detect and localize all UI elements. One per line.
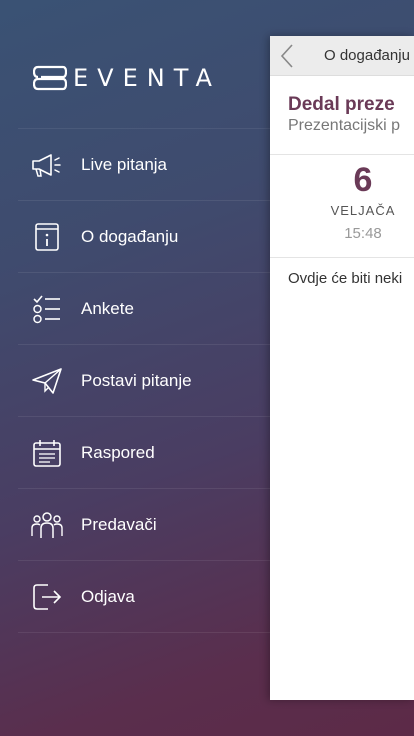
event-heading: Dedal preze Prezentacijski p	[270, 76, 414, 155]
menu-item-label: Raspored	[81, 442, 155, 462]
menu-item-label: Predavači	[81, 514, 157, 534]
side-menu: Live pitanja O događanju Ankete Postavi …	[18, 128, 270, 633]
date-day: 6	[353, 161, 373, 199]
people-icon	[31, 509, 63, 541]
date-month: VELJAČA	[330, 203, 396, 218]
menu-item-o-dogadanju[interactable]: O događanju	[18, 201, 270, 273]
menu-item-odjava[interactable]: Odjava	[18, 561, 270, 633]
logout-icon	[31, 581, 63, 613]
eventa-logo-mark-icon	[33, 65, 67, 91]
event-subtitle: Prezentacijski p	[288, 117, 401, 134]
menu-item-raspored[interactable]: Raspored	[18, 417, 270, 489]
panel-title: O događanju	[324, 47, 410, 64]
event-description: Ovdje će biti neki	[288, 270, 403, 287]
logo-text: EVENTA	[73, 64, 221, 92]
back-chevron-icon[interactable]	[270, 36, 304, 75]
menu-item-label: Odjava	[81, 586, 135, 606]
menu-item-label: Postavi pitanje	[81, 370, 192, 390]
event-title: Dedal preze	[288, 94, 395, 115]
event-date: 6 VELJAČA 15:48	[270, 155, 414, 258]
menu-item-label: Ankete	[81, 298, 134, 318]
event-detail-panel: O događanju Dedal preze Prezentacijski p…	[270, 36, 414, 700]
checklist-icon	[31, 293, 63, 325]
menu-item-ankete[interactable]: Ankete	[18, 273, 270, 345]
date-time: 15:48	[344, 225, 382, 242]
paper-plane-icon	[31, 365, 63, 397]
menu-item-live-pitanja[interactable]: Live pitanja	[18, 129, 270, 201]
menu-item-predavaci[interactable]: Predavači	[18, 489, 270, 561]
panel-header: O događanju	[270, 36, 414, 76]
calendar-icon	[31, 437, 63, 469]
menu-item-label: O događanju	[81, 226, 179, 246]
app-logo: EVENTA	[33, 64, 221, 92]
info-book-icon	[31, 221, 63, 253]
menu-item-postavi-pitanje[interactable]: Postavi pitanje	[18, 345, 270, 417]
megaphone-icon	[31, 149, 63, 181]
menu-item-label: Live pitanja	[81, 154, 168, 174]
